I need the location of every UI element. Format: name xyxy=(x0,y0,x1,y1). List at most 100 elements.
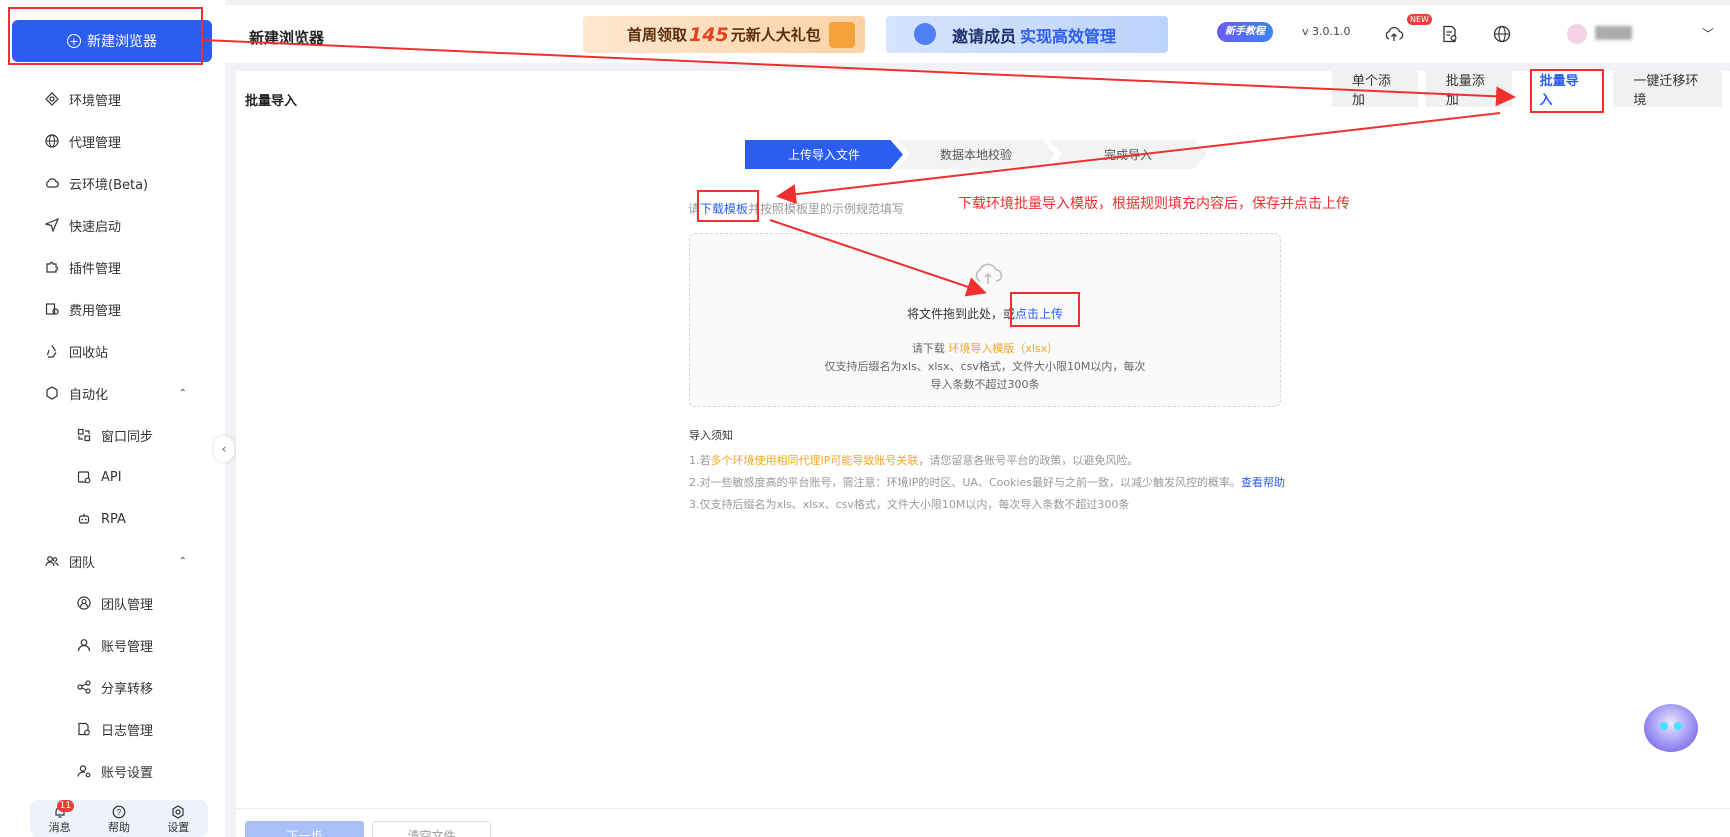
recycle-icon xyxy=(44,343,60,359)
new-browser-button[interactable]: + 新建浏览器 xyxy=(12,20,212,62)
panel-title: 批量导入 xyxy=(245,94,298,109)
username[interactable]: ▓▓▓▓ xyxy=(1595,26,1632,40)
sidebar-bottom-bar: 11 消息 ? 帮助 设置 xyxy=(30,800,208,837)
template-hint: 请下载模板并按照模板里的示例规范填写 xyxy=(688,200,904,217)
footer-bar: 下一步 清空文件 xyxy=(236,808,1730,837)
plus-circle-icon: + xyxy=(67,34,81,48)
banner-text: 首周领取 xyxy=(627,26,688,44)
sidebar-item-label: 分享转移 xyxy=(101,681,154,697)
sidebar-item-label: 窗口同步 xyxy=(101,429,154,445)
version-label: v 3.0.1.0 xyxy=(1302,25,1351,38)
sidebar-item-logs[interactable]: 日志管理 xyxy=(0,708,225,750)
hint-prefix: 请 xyxy=(688,202,701,216)
clear-files-button[interactable]: 清空文件 xyxy=(372,821,491,837)
sidebar-item-label: 团队 xyxy=(69,555,96,571)
view-help-link[interactable]: 查看帮助 xyxy=(1241,476,1285,489)
sidebar-item-quick-start[interactable]: 快速启动 xyxy=(0,204,225,246)
next-step-button[interactable]: 下一步 xyxy=(245,821,364,837)
sidebar-item-proxy[interactable]: 代理管理 xyxy=(0,120,225,162)
send-icon xyxy=(44,217,60,233)
sidebar-item-label: 账号管理 xyxy=(101,639,154,655)
sidebar-item-environment[interactable]: 环境管理 xyxy=(0,78,225,120)
sidebar-item-cloud[interactable]: 云环境(Beta) xyxy=(0,162,225,204)
sidebar-item-account-manage[interactable]: 账号管理 xyxy=(0,624,225,666)
step-local-validation: 数据本地校验 xyxy=(897,140,1055,169)
sidebar-group-team[interactable]: 团队 ⌃ xyxy=(0,540,225,582)
sidebar-item-share-transfer[interactable]: 分享转移 xyxy=(0,666,225,708)
file-drop-zone[interactable]: 将文件拖到此处，或点击上传 请下载 环境导入模版（xlsx） 仅支持后缀名为xl… xyxy=(689,233,1281,407)
help-label: 帮助 xyxy=(107,821,130,834)
notice-highlight: 多个环境使用相同代理IP可能导致账号关联 xyxy=(710,454,919,467)
sidebar-item-account-settings[interactable]: 账号设置 xyxy=(0,750,225,792)
tab-single-add[interactable]: 单个添加 xyxy=(1332,71,1418,108)
step-upload-file: 上传导入文件 xyxy=(745,140,903,169)
sidebar-item-team-manage[interactable]: 团队管理 xyxy=(0,582,225,624)
tab-one-click-migrate[interactable]: 一键迁移环境 xyxy=(1613,71,1722,108)
messages-label: 消息 xyxy=(48,821,71,834)
document-settings-icon[interactable] xyxy=(1439,23,1461,45)
robot-icon xyxy=(76,511,92,527)
user-icon xyxy=(76,637,92,653)
notice-text: ，请您留意各账号平台的政策，以避免风险。 xyxy=(918,454,1139,467)
sidebar-group-automation[interactable]: 自动化 ⌃ xyxy=(0,372,225,414)
sidebar-item-label: 费用管理 xyxy=(69,303,122,319)
sidebar-item-label: 代理管理 xyxy=(69,135,122,151)
notice-title: 导入须知 xyxy=(689,429,733,442)
sidebar-collapse-button[interactable]: ‹ xyxy=(214,436,234,462)
promo-banner-invite[interactable]: 邀请成员 实现高效管理 xyxy=(886,16,1168,53)
notice-text: 2.对一些敏感度高的平台账号，需注意：环境IP的时区、UA、Cookies最好与… xyxy=(689,476,1242,489)
assistant-robot-icon[interactable] xyxy=(1644,704,1698,752)
banner-text: 元新人大礼包 xyxy=(730,26,821,44)
notice-line-2: 2.对一些敏感度高的平台账号，需注意：环境IP的时区、UA、Cookies最好与… xyxy=(689,474,1285,490)
sidebar-item-billing[interactable]: 费用管理 xyxy=(0,288,225,330)
help-icon: ? xyxy=(112,805,126,819)
team-manage-icon xyxy=(76,595,92,611)
banner-text: 邀请成员 xyxy=(952,26,1017,46)
sidebar-item-label: 自动化 xyxy=(69,387,109,403)
tab-batch-import[interactable]: 批量导入 xyxy=(1519,71,1606,108)
automation-icon xyxy=(44,385,60,401)
settings-label: 设置 xyxy=(167,821,190,834)
chevron-up-icon[interactable]: ⌃ xyxy=(179,388,187,399)
sidebar: + 新建浏览器 环境管理 代理管理 云环境(Beta) 快速启动 插件管理 费用… xyxy=(0,0,225,837)
sidebar-item-recycle[interactable]: 回收站 xyxy=(0,330,225,372)
help-button[interactable]: ? 帮助 xyxy=(108,805,130,835)
cloud-upload-icon xyxy=(972,262,1004,286)
sidebar-item-plugins[interactable]: 插件管理 xyxy=(0,246,225,288)
team-icon xyxy=(44,553,60,569)
env-template-link[interactable]: 环境导入模版（xlsx） xyxy=(948,342,1058,355)
sidebar-item-label: API xyxy=(101,469,122,485)
drop-text: 将文件拖到此处，或 xyxy=(906,307,1015,321)
messages-button[interactable]: 11 消息 xyxy=(48,800,75,835)
download-template-link[interactable]: 下载模板 xyxy=(700,202,748,216)
step-complete-import: 完成导入 xyxy=(1049,140,1207,169)
main-panel: 批量导入 单个添加 批量添加 批量导入 一键迁移环境 上传导入文件 数据本地校验… xyxy=(236,71,1730,837)
sidebar-item-rpa[interactable]: RPA xyxy=(0,498,225,540)
promo-banner-gift[interactable]: 首周领取 145 元新人大礼包 xyxy=(583,16,865,53)
pen-icon xyxy=(914,23,936,45)
avatar[interactable] xyxy=(1567,24,1587,44)
sidebar-item-window-sync[interactable]: 窗口同步 xyxy=(0,414,225,456)
sidebar-item-label: 快速启动 xyxy=(69,219,122,235)
banner-highlight: 实现高效管理 xyxy=(1020,26,1117,46)
sidebar-item-label: 日志管理 xyxy=(101,723,154,739)
banner-amount: 145 xyxy=(689,23,729,46)
puzzle-icon xyxy=(44,259,60,275)
chevron-left-icon: ‹ xyxy=(221,442,227,456)
share-icon xyxy=(76,679,92,695)
sidebar-item-api[interactable]: API xyxy=(0,456,225,498)
cloud-upload-icon[interactable] xyxy=(1383,23,1405,45)
sidebar-item-label: 插件管理 xyxy=(69,261,122,277)
click-upload-link[interactable]: 点击上传 xyxy=(1015,307,1063,321)
robot-eye xyxy=(1674,722,1682,730)
tutorial-badge[interactable]: 新手教程 xyxy=(1217,22,1273,42)
settings-button[interactable]: 设置 xyxy=(167,805,189,835)
tab-batch-add[interactable]: 批量添加 xyxy=(1425,71,1512,108)
sidebar-item-label: RPA xyxy=(101,511,126,527)
notice-text: 1.若 xyxy=(689,454,711,467)
chevron-down-icon[interactable]: ﹀ xyxy=(1702,25,1714,42)
import-steps: 上传导入文件 数据本地校验 完成导入 xyxy=(745,140,1207,169)
chevron-up-icon[interactable]: ⌃ xyxy=(179,556,187,567)
language-globe-icon[interactable] xyxy=(1491,23,1513,45)
notice-line-1: 1.若多个环境使用相同代理IP可能导致账号关联，请您留意各账号平台的政策，以避免… xyxy=(689,452,1138,468)
